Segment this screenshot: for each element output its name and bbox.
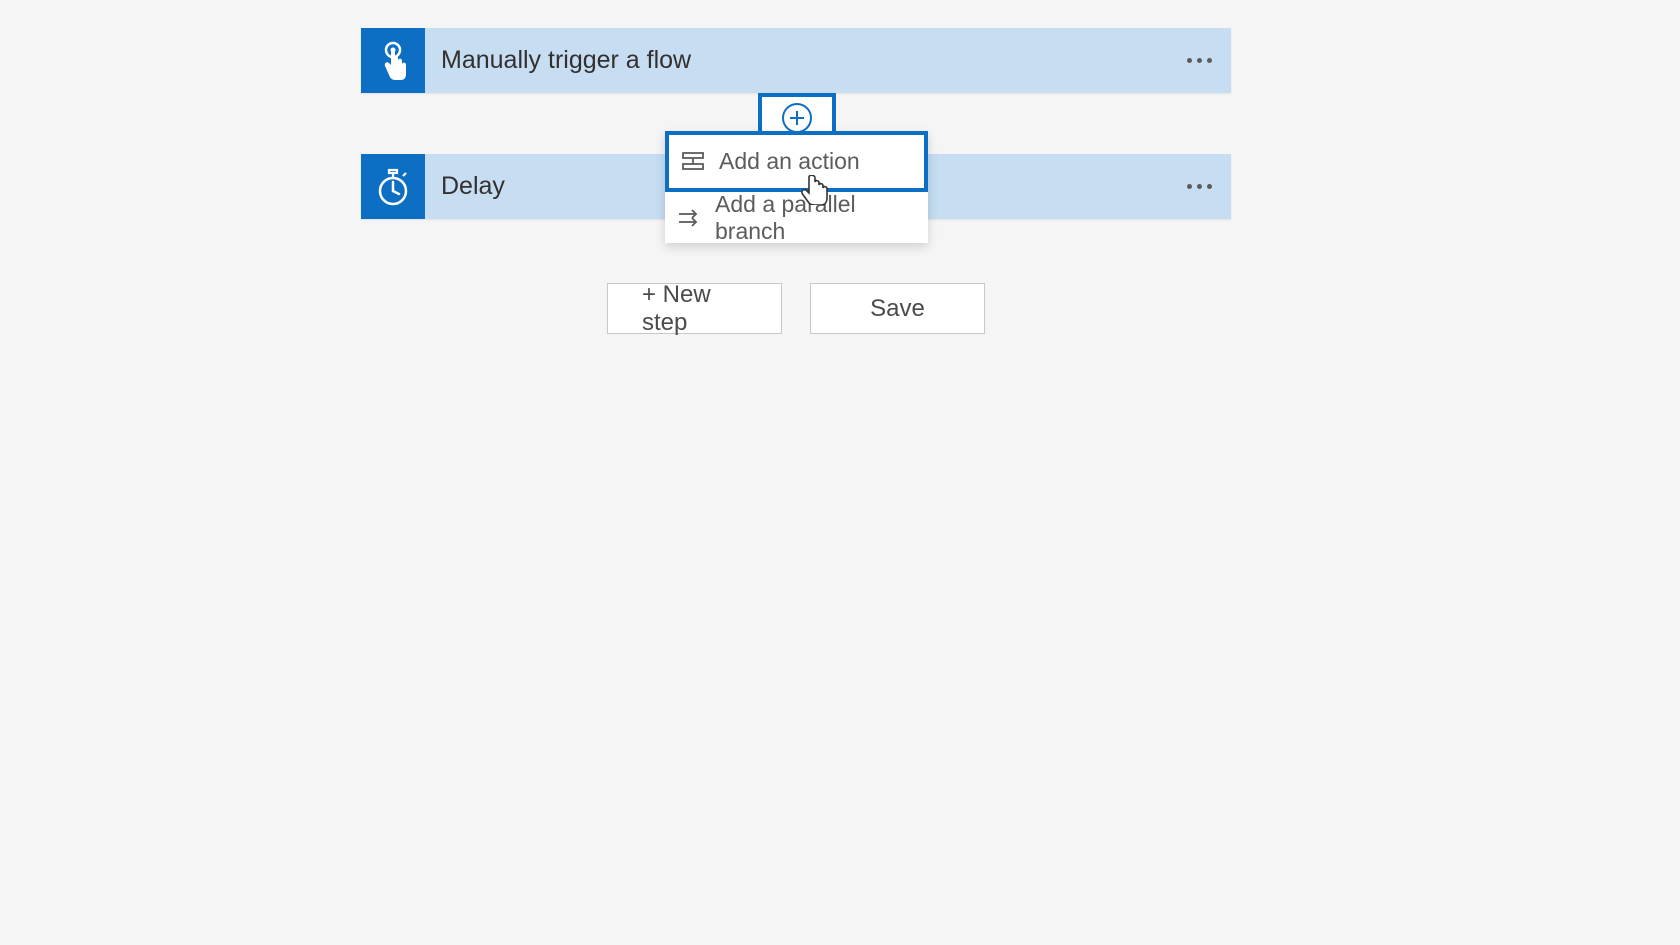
- bottom-buttons: + New step Save: [607, 283, 985, 334]
- trigger-step-card[interactable]: Manually trigger a flow: [361, 28, 1231, 93]
- flow-canvas: Manually trigger a flow Delay: [0, 0, 1680, 945]
- touch-icon: [375, 41, 411, 81]
- trigger-step-title: Manually trigger a flow: [441, 46, 1167, 75]
- trigger-more-button[interactable]: [1167, 28, 1231, 93]
- insert-step-menu: Add an action Add a parallel branch: [665, 131, 928, 243]
- new-step-button-label: + New step: [642, 281, 747, 337]
- save-button-label: Save: [870, 295, 925, 323]
- save-button[interactable]: Save: [810, 283, 985, 334]
- menu-item-add-action-label: Add an action: [719, 148, 860, 175]
- new-step-button[interactable]: + New step: [607, 283, 782, 334]
- menu-item-add-parallel[interactable]: Add a parallel branch: [665, 192, 928, 243]
- menu-item-add-action[interactable]: Add an action: [665, 131, 928, 192]
- more-icon: [1187, 58, 1212, 63]
- more-icon: [1187, 184, 1212, 189]
- trigger-icon-box: [361, 28, 425, 93]
- add-parallel-icon: [677, 208, 701, 228]
- plus-icon: [782, 103, 812, 133]
- delay-icon-box: [361, 154, 425, 219]
- add-action-icon: [681, 152, 705, 172]
- menu-item-add-parallel-label: Add a parallel branch: [715, 191, 916, 245]
- delay-more-button[interactable]: [1167, 154, 1231, 219]
- stopwatch-icon: [373, 167, 413, 207]
